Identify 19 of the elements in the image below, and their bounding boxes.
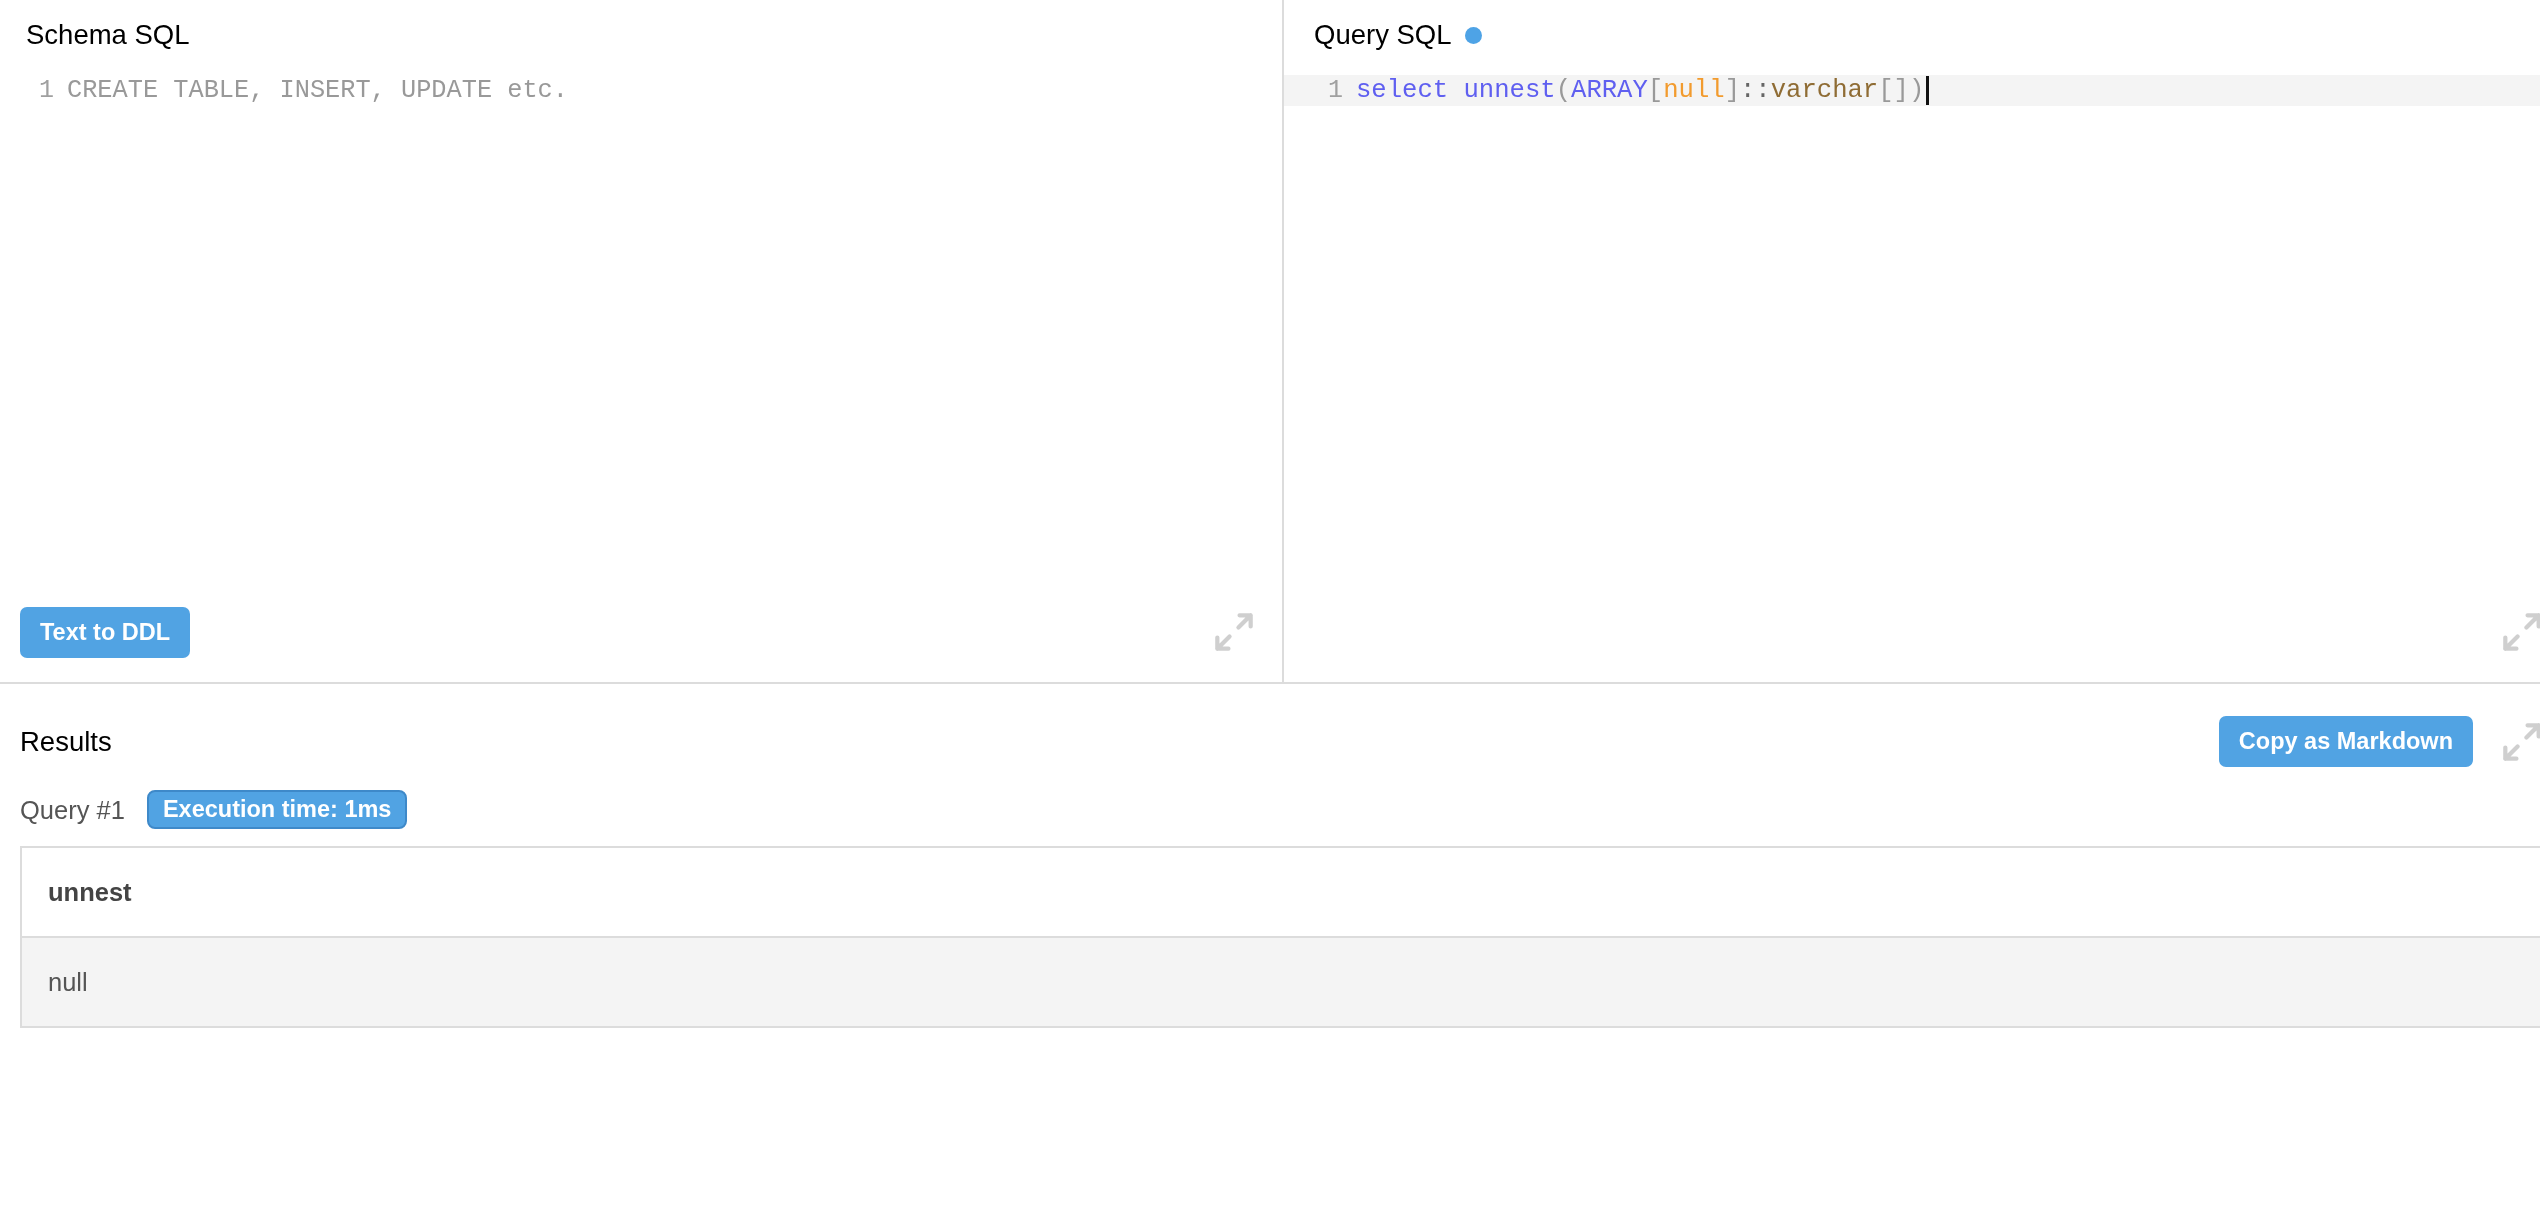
line-number: 1 bbox=[38, 75, 55, 106]
text-cursor bbox=[1926, 76, 1930, 105]
expand-icon[interactable] bbox=[2502, 721, 2540, 762]
copy-markdown-button[interactable]: Copy as Markdown bbox=[2218, 716, 2473, 767]
line-number: 1 bbox=[1327, 75, 1344, 106]
panel-title: Schema SQL bbox=[26, 19, 190, 51]
column-header: unnest bbox=[21, 847, 2540, 937]
placeholder-text: CREATE TABLE, INSERT, UPDATE etc. bbox=[67, 75, 568, 106]
results-title: Results bbox=[20, 725, 112, 758]
schema-editor-field[interactable]: 1 CREATE TABLE, INSERT, UPDATE etc. bbox=[0, 75, 1282, 606]
expand-icon[interactable] bbox=[2502, 612, 2540, 652]
expand-icon[interactable] bbox=[1214, 612, 1254, 652]
query-label: Query #1 bbox=[20, 794, 125, 825]
code-line: select unnest(ARRAY[null]::varchar[]) bbox=[1356, 75, 1925, 106]
text-to-ddl-button[interactable]: Text to DDL bbox=[20, 606, 191, 658]
execution-time-badge: Execution time: 1ms bbox=[146, 790, 408, 829]
table-cell: null bbox=[21, 937, 2540, 1027]
panel-title: Query SQL bbox=[1314, 19, 1452, 51]
query-editor-field[interactable]: 1 select unnest(ARRAY[null]::varchar[]) bbox=[1284, 75, 2540, 606]
